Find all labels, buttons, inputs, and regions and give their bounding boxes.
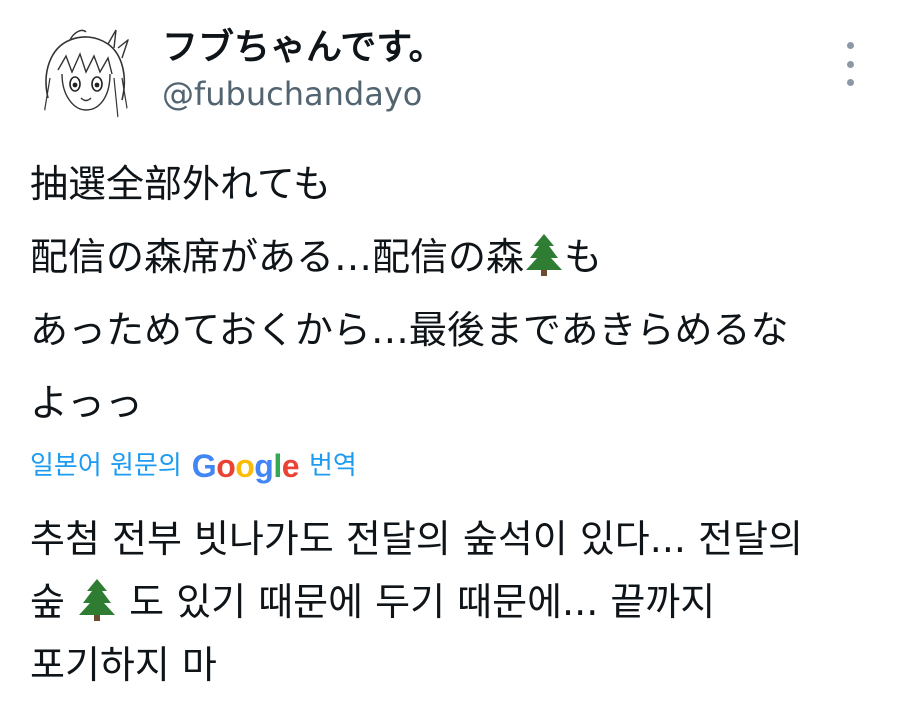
- translated-text: 추첨 전부 빗나가도 전달의 숲석이 있다... 전달의 숲 도 있기 때문에 …: [30, 508, 880, 697]
- tweet-line: あっためておくから…最後まであきらめるな: [30, 308, 789, 352]
- evergreen-tree-icon: [77, 577, 117, 621]
- translation-suffix: 번역: [309, 451, 357, 481]
- tweet-text: 抽選全部外れても 配信の森席がある…配信の森も あっためておくから…最後まであき…: [30, 148, 880, 440]
- evergreen-tree-icon: [524, 232, 564, 276]
- google-logo-letter: o: [216, 448, 236, 484]
- tweet-card: フブちゃんです。 @fubuchandayo 抽選全部外れても 配信の森席がある…: [0, 0, 900, 718]
- google-logo-letter: o: [235, 448, 255, 484]
- tweet-line: 抽選全部外れても: [30, 162, 331, 206]
- translated-line: 포기하지 마: [30, 643, 217, 687]
- more-vertical-icon-dot: [846, 79, 854, 86]
- translation-attribution[interactable]: 일본어 원문의 Google 번역: [30, 446, 357, 486]
- google-logo-letter: l: [273, 448, 282, 484]
- google-logo-letter: G: [191, 448, 217, 484]
- avatar-sketch-icon: [31, 19, 139, 127]
- display-name[interactable]: フブちゃんです。: [162, 26, 445, 70]
- google-logo: Google: [191, 446, 300, 486]
- avatar[interactable]: [30, 18, 140, 128]
- tweet-line-text: も: [564, 235, 603, 279]
- more-options-button[interactable]: [836, 42, 864, 86]
- translated-line: 숲 도 있기 때문에 두기 때문에... 끝까지: [30, 571, 880, 634]
- translated-line-text: 도 있기 때문에 두기 때문에... 끝까지: [129, 580, 716, 624]
- translated-line-text: 숲: [30, 580, 65, 624]
- more-vertical-icon-dot: [846, 60, 854, 68]
- translated-line: 추첨 전부 빗나가도 전달의 숲석이 있다... 전달의: [30, 517, 803, 561]
- more-vertical-icon: [846, 42, 854, 49]
- tweet-line: よっっ: [30, 381, 143, 425]
- tweet-line-text: 配信の森席がある…配信の森: [30, 235, 525, 279]
- user-handle[interactable]: @fubuchandayo: [162, 74, 422, 114]
- google-logo-letter: e: [281, 448, 300, 484]
- translation-prefix: 일본어 원문의: [30, 451, 182, 481]
- tweet-line: 配信の森席がある…配信の森も: [30, 221, 880, 294]
- google-logo-letter: g: [254, 448, 274, 484]
